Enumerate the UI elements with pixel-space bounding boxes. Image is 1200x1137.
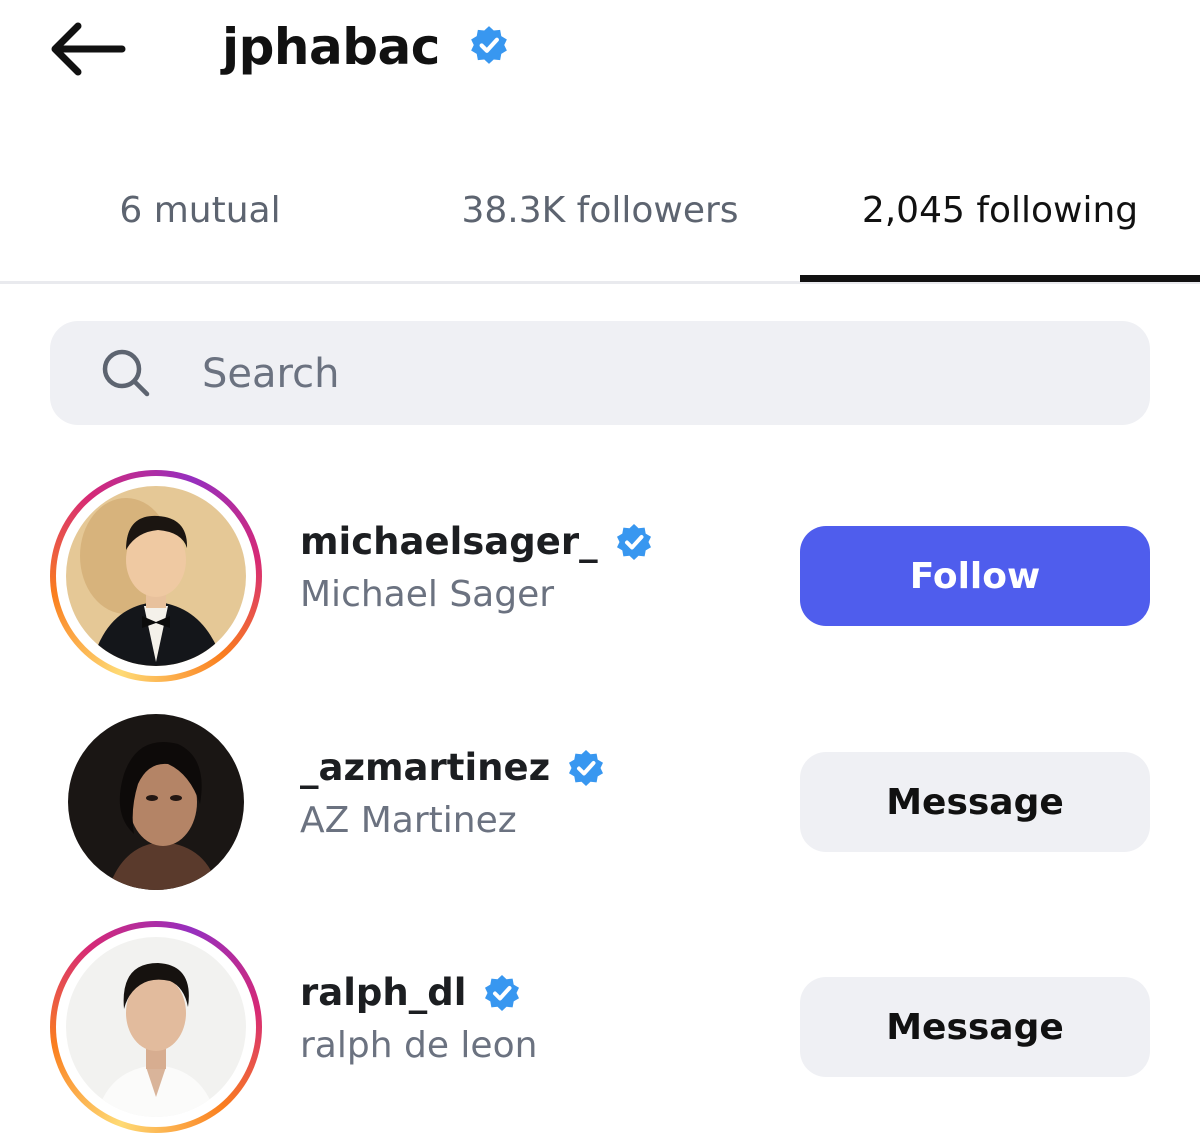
message-button[interactable]: Message xyxy=(800,977,1150,1077)
search-input[interactable] xyxy=(200,330,1104,418)
verified-badge-icon xyxy=(482,973,522,1013)
list-item: michaelsager_ Michael Sager Follow xyxy=(0,466,1200,686)
follow-tabs: 6 mutual 38.3K followers 2,045 following xyxy=(0,140,1200,284)
username-text: michaelsager_ xyxy=(300,520,598,563)
account-username[interactable]: _azmartinez xyxy=(300,746,606,789)
message-button[interactable]: Message xyxy=(800,752,1150,852)
account-username[interactable]: ralph_dl xyxy=(300,971,522,1014)
account-full-name: ralph de leon xyxy=(300,1025,538,1066)
account-full-name: AZ Martinez xyxy=(300,800,517,841)
tab-followers[interactable]: 38.3K followers xyxy=(400,180,800,240)
avatar[interactable] xyxy=(66,937,246,1117)
arrow-left-icon xyxy=(51,22,126,76)
page-title: jphabac xyxy=(222,14,510,80)
verified-badge-icon xyxy=(468,24,510,70)
account-username[interactable]: michaelsager_ xyxy=(300,520,654,563)
back-button[interactable] xyxy=(46,14,130,84)
tab-mutual[interactable]: 6 mutual xyxy=(0,180,400,240)
list-item: ralph_dl ralph de leon Message xyxy=(0,917,1200,1137)
avatar[interactable] xyxy=(68,714,244,890)
tab-following[interactable]: 2,045 following xyxy=(800,180,1200,240)
avatar[interactable] xyxy=(66,486,246,666)
follow-button[interactable]: Follow xyxy=(800,526,1150,626)
verified-badge-icon xyxy=(566,748,606,788)
profile-username: jphabac xyxy=(222,18,440,76)
search-icon xyxy=(100,347,152,403)
username-text: ralph_dl xyxy=(300,971,467,1014)
username-text: _azmartinez xyxy=(300,746,551,789)
verified-badge-icon xyxy=(614,522,654,562)
list-item: _azmartinez AZ Martinez Message xyxy=(0,692,1200,912)
active-tab-indicator xyxy=(800,275,1200,282)
account-full-name: Michael Sager xyxy=(300,574,555,615)
